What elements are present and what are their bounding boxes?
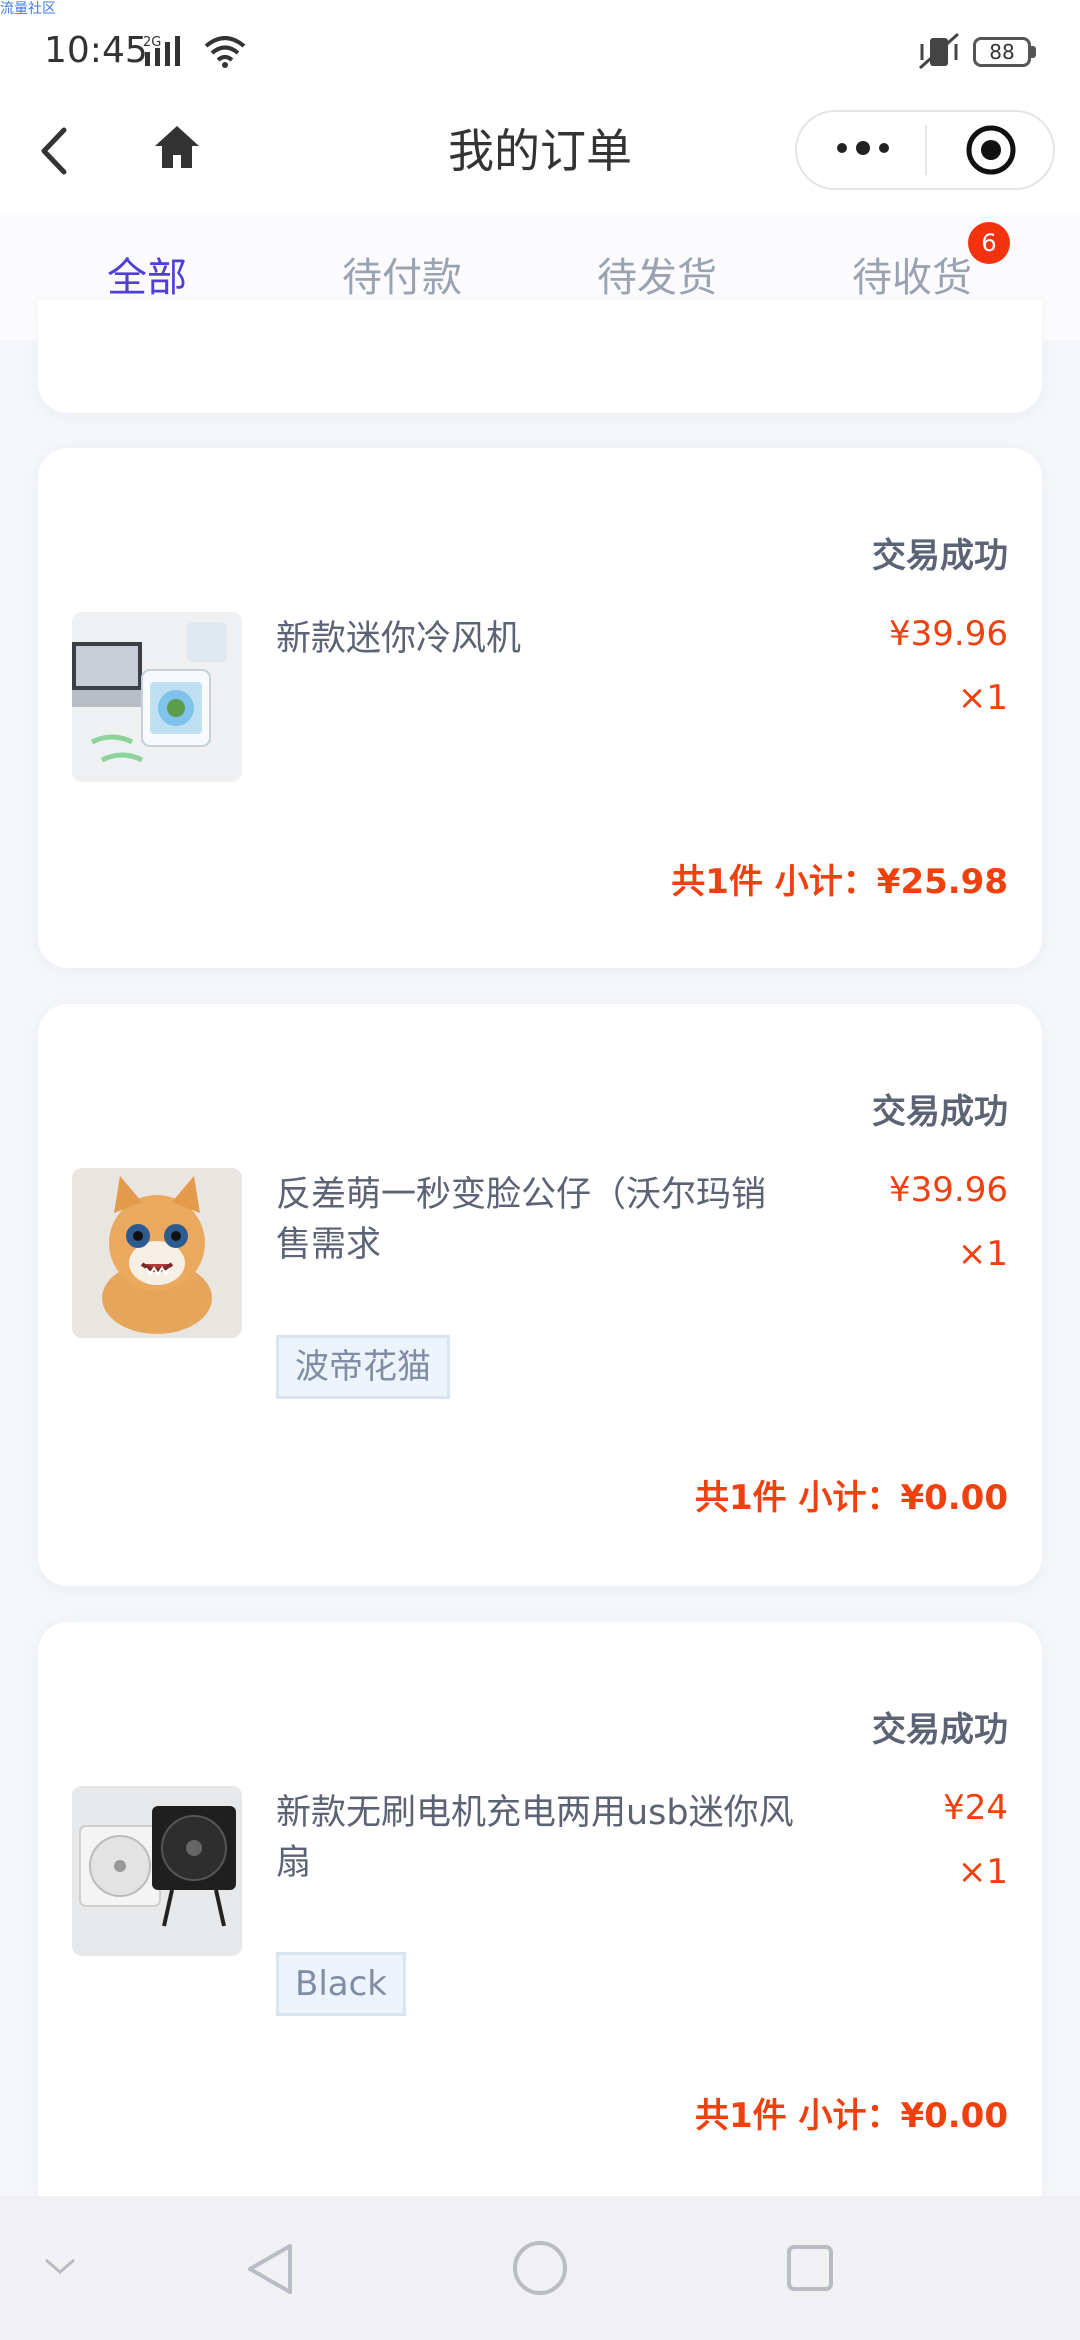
product-name[interactable]: 新款无刷电机充电两用usb迷你风扇	[276, 1788, 796, 1888]
battery-tip	[1031, 46, 1036, 58]
chevron-down-icon[interactable]	[42, 2254, 78, 2282]
order-status: 交易成功	[872, 536, 1008, 576]
product-thumbnail[interactable]	[72, 1786, 242, 1956]
product-spec-tag: 波帝花猫	[276, 1335, 450, 1399]
triangle-back-icon[interactable]	[246, 2242, 294, 2300]
product-price: ¥39.96	[889, 1170, 1008, 1210]
order-subtotal: 共1件 小计：¥0.00	[694, 2096, 1008, 2136]
signal-icon: 2G	[143, 34, 195, 72]
capsule-divider	[925, 125, 927, 175]
product-thumbnail[interactable]	[72, 1168, 242, 1338]
circle-home-icon[interactable]	[512, 2240, 568, 2300]
network-type: 2G	[143, 35, 161, 50]
order-subtotal: 共1件 小计：¥0.00	[694, 1478, 1008, 1518]
square-recent-icon[interactable]	[786, 2244, 834, 2296]
wifi-icon	[204, 36, 246, 72]
product-name[interactable]: 新款迷你冷风机	[276, 614, 796, 664]
product-name[interactable]: 反差萌一秒变脸公仔（沃尔玛销售需求	[276, 1170, 796, 1270]
order-status: 交易成功	[872, 1092, 1008, 1132]
product-thumbnail[interactable]	[72, 612, 242, 782]
product-quantity: ×1	[957, 1852, 1008, 1892]
battery-indicator: 88	[973, 37, 1031, 67]
product-price: ¥39.96	[889, 614, 1008, 654]
status-time: 10:45	[44, 30, 148, 71]
product-price: ¥24	[943, 1788, 1008, 1828]
order-status: 交易成功	[872, 1710, 1008, 1750]
order-subtotal: 共1件 小计：¥25.98	[671, 862, 1008, 902]
product-quantity: ×1	[957, 1234, 1008, 1274]
vibrate-mute-icon	[916, 32, 962, 76]
more-dots-icon[interactable]	[836, 138, 890, 162]
target-icon[interactable]	[965, 124, 1017, 180]
watermark: 流量社区	[0, 1, 56, 17]
product-spec-tag: Black	[276, 1952, 406, 2016]
product-quantity: ×1	[957, 678, 1008, 718]
